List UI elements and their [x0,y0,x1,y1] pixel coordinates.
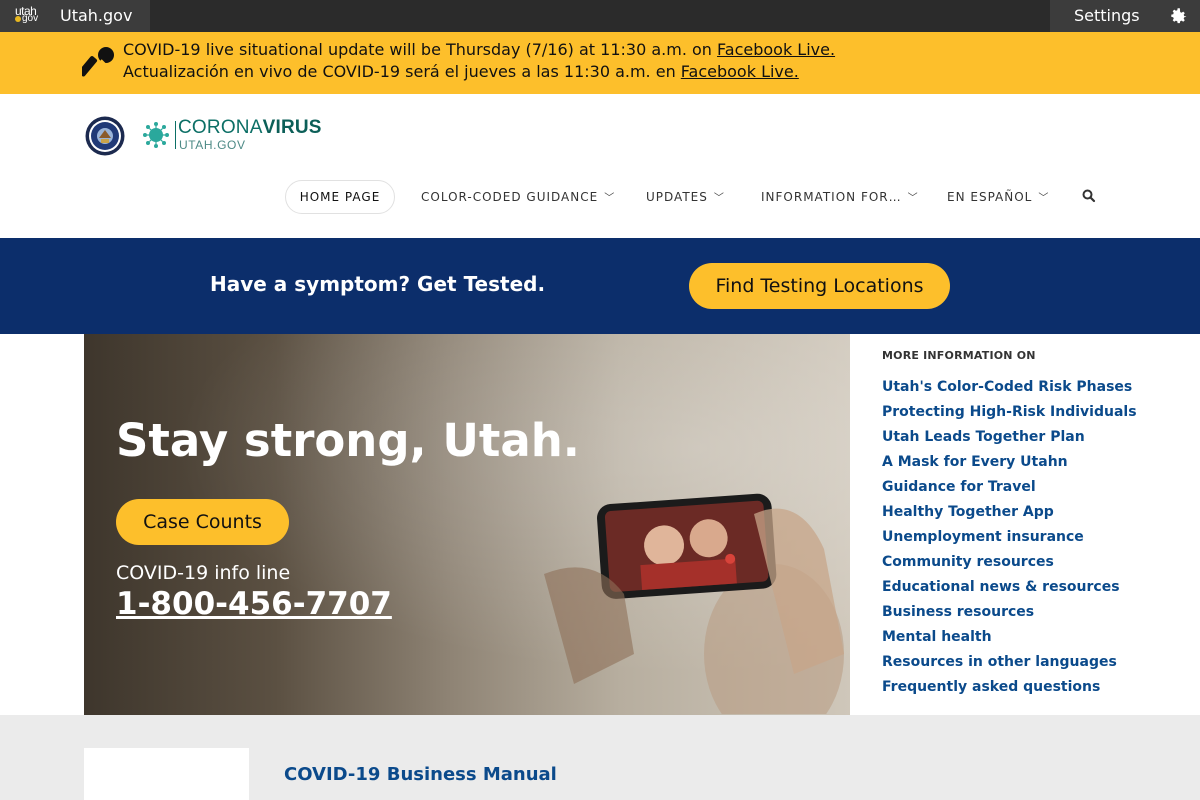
utah-state-seal[interactable] [85,116,125,156]
info-line-label: COVID-19 info line [116,562,291,584]
info-line-phone-link[interactable]: 1-800-456-7707 [116,586,392,622]
hero-banner: Stay strong, Utah. Case Counts COVID-19 … [84,334,850,715]
wordmark-light: CORONA [178,117,263,138]
nav-home-page[interactable]: HOME PAGE [285,180,395,214]
search-icon[interactable] [1081,188,1097,204]
nav-home-label: HOME PAGE [299,190,381,204]
wordmark-sub: UTAH.GOV [179,138,246,152]
nav-color-coded-guidance[interactable]: COLOR-CODED GUIDANCE ﹀ [421,180,614,214]
business-manual-link[interactable]: COVID-19 Business Manual [284,764,557,785]
sidebar-link[interactable]: Mental health [882,627,1137,652]
sidebar-link[interactable]: Educational news & resources [882,577,1137,602]
case-counts-button[interactable]: Case Counts [116,499,289,545]
sidebar-link[interactable]: Healthy Together App [882,502,1137,527]
settings-button[interactable]: Settings [1050,0,1200,32]
sidebar-title: MORE INFORMATION ON [882,349,1036,362]
facebook-live-link[interactable]: Facebook Live. [717,40,835,59]
logo-dot [15,16,21,22]
nav-espanol-label: EN ESPAÑOL [947,190,1033,204]
coronavirus-wordmark[interactable]: CORONAVIRUS UTAH.GOV [178,118,322,151]
testing-band: Have a symptom? Get Tested. Find Testing… [0,238,1200,334]
settings-label: Settings [1074,6,1140,25]
hero-title: Stay strong, Utah. [116,414,580,467]
coronavirus-logo-icon[interactable] [142,120,170,150]
sidebar-link[interactable]: Guidance for Travel [882,477,1137,502]
sidebar-link[interactable]: Resources in other languages [882,652,1137,677]
alert-text-english: COVID-19 live situational update will be… [123,40,718,59]
nav-information-for[interactable]: INFORMATION FOR… ﹀ [761,180,918,214]
sidebar-link[interactable]: Community resources [882,552,1137,577]
chevron-down-icon: ﹀ [713,192,724,204]
sidebar-link[interactable]: A Mask for Every Utahn [882,452,1137,477]
facebook-live-link-es[interactable]: Facebook Live. [681,62,799,81]
nav-information-label: INFORMATION FOR… [761,190,902,204]
chevron-down-icon: ﹀ [604,192,614,204]
chevron-down-icon: ﹀ [1038,192,1048,204]
sidebar-link[interactable]: Business resources [882,602,1137,627]
utah-gov-logo: utah gov [0,0,40,32]
business-manual-section: COVID-19 Business Manual [0,715,1200,800]
hero-phone-video-call-image [544,493,844,714]
alert-banner: COVID-19 live situational update will be… [0,32,1200,94]
testing-headline: Have a symptom? Get Tested. [210,272,546,296]
logo-divider [175,121,176,149]
gear-icon [1171,8,1187,24]
utah-gov-bar: utah gov Utah.gov Settings [0,0,1200,32]
logo-bottom-text: gov [22,13,39,24]
site-name[interactable]: Utah.gov [60,6,132,25]
wordmark-main: CORONAVIRUS [178,118,322,137]
wordmark-bold: VIRUS [262,117,322,138]
business-manual-thumbnail[interactable] [84,748,249,800]
sidebar-link[interactable]: Unemployment insurance [882,527,1137,552]
chevron-down-icon: ﹀ [907,192,918,204]
sidebar-link[interactable]: Utah's Color-Coded Risk Phases [882,377,1137,402]
alert-line-spanish: Actualización en vivo de COVID-19 será e… [123,62,799,81]
nav-en-espanol[interactable]: EN ESPAÑOL ﹀ [947,180,1048,214]
find-testing-locations-button[interactable]: Find Testing Locations [689,263,950,309]
sidebar-link[interactable]: Protecting High-Risk Individuals [882,402,1137,427]
alert-line-english: COVID-19 live situational update will be… [123,40,835,59]
alert-text-spanish: Actualización en vivo de COVID-19 será e… [123,62,681,81]
sidebar-link-list: Utah's Color-Coded Risk Phases Protectin… [882,377,1137,702]
nav-updates-label: UPDATES [646,190,708,204]
microphone-icon [82,47,114,77]
sidebar-link[interactable]: Utah Leads Together Plan [882,427,1137,452]
utah-gov-brand[interactable]: utah gov Utah.gov [0,0,150,32]
nav-guidance-label: COLOR-CODED GUIDANCE [421,190,599,204]
sidebar-link[interactable]: Frequently asked questions [882,677,1137,702]
nav-updates[interactable]: UPDATES ﹀ [646,180,724,214]
